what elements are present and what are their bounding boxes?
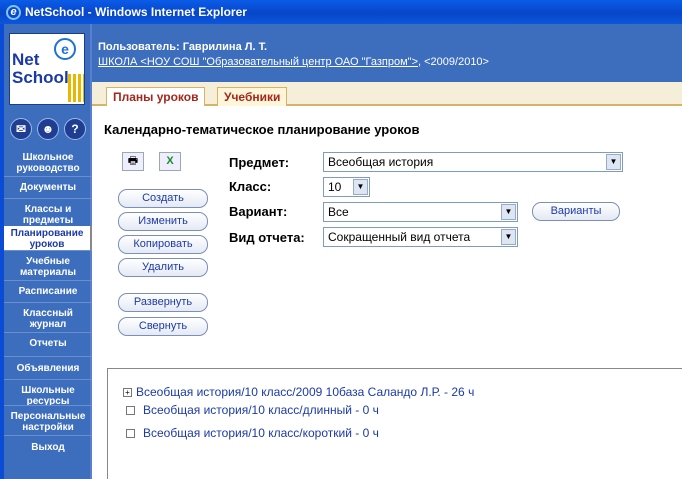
copy-button[interactable]: Копировать (118, 235, 208, 254)
sidebar-separator (4, 332, 92, 333)
sidebar-icon-row: ✉ ☻ ? (10, 118, 86, 140)
variant-label: Вариант: (229, 204, 288, 219)
chevron-down-icon: ▼ (501, 204, 516, 220)
sidebar-separator (4, 435, 92, 436)
expand-button[interactable]: Развернуть (118, 293, 208, 312)
tab-textbooks[interactable]: Учебники (217, 87, 288, 108)
school-link[interactable]: ШКОЛА <НОУ СОШ "Образовательный центр ОА… (98, 56, 418, 68)
sidebar-separator (4, 379, 92, 380)
chevron-down-icon: ▼ (501, 229, 516, 245)
tree-item[interactable]: + Всеобщая история/10 класс/2009 10база С… (123, 385, 474, 399)
report-type-select[interactable]: Сокращенный вид отчета ▼ (323, 227, 518, 247)
report-type-label: Вид отчета: (229, 230, 305, 245)
leaf-node-icon (126, 406, 135, 416)
chevron-down-icon: ▼ (606, 154, 621, 170)
class-select[interactable]: 10 ▼ (323, 177, 370, 197)
tree-item-label: Всеобщая история/10 класс/длинный - 0 ч (143, 403, 379, 417)
class-value: 10 (328, 180, 342, 194)
sidebar-separator (4, 176, 92, 177)
sidebar-item-schedule[interactable]: Расписание (4, 284, 92, 299)
sidebar-separator (4, 280, 92, 281)
people-icon[interactable]: ☻ (37, 118, 59, 140)
tab-bar: Планы уроков Учебники (92, 82, 682, 108)
logo-net: Net (12, 50, 40, 69)
sidebar-separator (4, 302, 92, 303)
subject-value: Всеобщая история (328, 155, 434, 169)
create-button[interactable]: Создать (118, 189, 208, 208)
delete-button[interactable]: Удалить (118, 258, 208, 277)
help-icon[interactable]: ? (64, 118, 86, 140)
excel-icon[interactable]: X (159, 152, 181, 171)
sidebar-item-settings[interactable]: Персональные настройки (4, 409, 92, 435)
sidebar-separator (4, 198, 92, 199)
current-user: Пользователь: Гаврилина Л. Т. (98, 41, 268, 53)
tree-item-label: Всеобщая история/10 класс/2009 10база Са… (136, 385, 475, 399)
sidebar-separator (4, 356, 92, 357)
ie-icon: e (6, 4, 21, 20)
expand-node-icon[interactable]: + (123, 388, 132, 398)
netschool-logo[interactable]: e Net School (9, 33, 85, 105)
report-type-value: Сокращенный вид отчета (328, 230, 471, 244)
edit-button[interactable]: Изменить (118, 212, 208, 231)
leaf-node-icon (126, 429, 135, 439)
sidebar-item-announcements[interactable]: Объявления (4, 361, 92, 376)
sidebar-item-documents[interactable]: Документы (4, 180, 92, 195)
school-info: ШКОЛА <НОУ СОШ "Образовательный центр ОА… (98, 56, 489, 68)
sidebar-item-lesson-planning[interactable]: Планирование уроков (4, 226, 92, 250)
variant-value: Все (328, 205, 349, 219)
sidebar-item-materials[interactable]: Учебные материалы (4, 254, 92, 280)
print-icon[interactable]: 🖶 (122, 152, 144, 171)
tree-item[interactable]: Всеобщая история/10 класс/короткий - 0 ч (126, 426, 379, 440)
variants-button[interactable]: Варианты (532, 202, 620, 221)
page-title: Календарно-тематическое планирование уро… (104, 122, 420, 137)
chevron-down-icon: ▼ (353, 179, 368, 195)
tree-item[interactable]: Всеобщая история/10 класс/длинный - 0 ч (126, 403, 379, 417)
sidebar-separator (4, 250, 92, 251)
sidebar-item-classes[interactable]: Классы и предметы (4, 202, 92, 228)
variant-select[interactable]: Все ▼ (323, 202, 518, 222)
envelope-icon[interactable]: ✉ (10, 118, 32, 140)
subject-select[interactable]: Всеобщая история ▼ (323, 152, 623, 172)
logo-e-icon: e (54, 38, 76, 60)
window-titlebar: e NetSchool - Windows Internet Explorer (0, 0, 682, 24)
sidebar-separator (4, 405, 92, 406)
sidebar-item-journal[interactable]: Классный журнал (4, 306, 92, 332)
logo-school: School (12, 68, 69, 87)
school-year: , <2009/2010> (418, 56, 489, 68)
collapse-button[interactable]: Свернуть (118, 317, 208, 336)
sidebar-item-reports[interactable]: Отчеты (4, 336, 92, 351)
subject-label: Предмет: (229, 155, 290, 170)
sidebar-item-exit[interactable]: Выход (4, 440, 92, 455)
window-title: NetSchool - Windows Internet Explorer (25, 5, 247, 19)
user-header: Пользователь: Гаврилина Л. Т. ШКОЛА <НОУ… (92, 24, 682, 82)
class-label: Класс: (229, 179, 272, 194)
tree-item-label: Всеобщая история/10 класс/короткий - 0 ч (143, 426, 379, 440)
sidebar-item-school-management[interactable]: Школьное руководство (4, 150, 92, 176)
tab-lesson-plans[interactable]: Планы уроков (106, 87, 206, 108)
logo-grid-icon (68, 74, 84, 102)
